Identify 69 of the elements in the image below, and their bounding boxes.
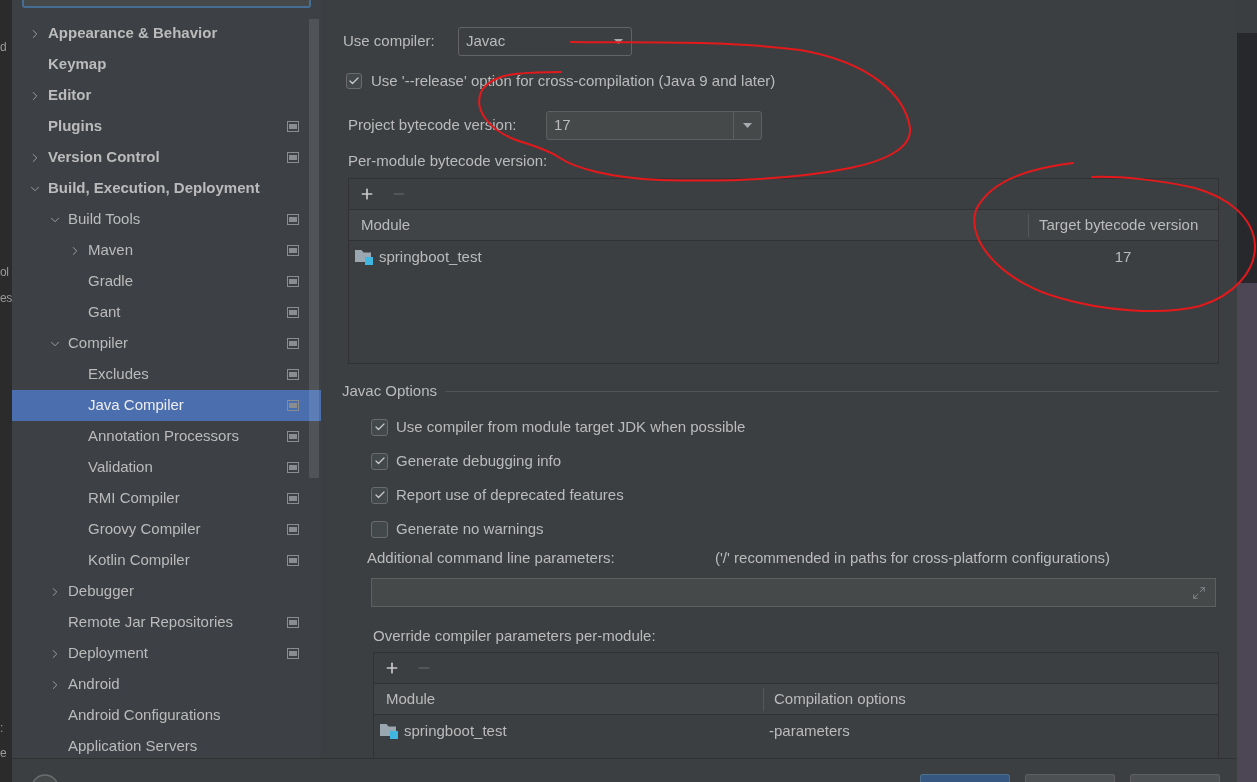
checkmark-icon — [373, 489, 386, 501]
tree-item[interactable]: Build Tools — [12, 204, 321, 235]
tree-item[interactable]: Kotlin Compiler — [12, 545, 321, 576]
checkbox-label: Use compiler from module target JDK when possible — [396, 416, 746, 437]
tree-item[interactable]: Appearance & Behavior — [12, 18, 321, 49]
checkbox[interactable] — [371, 418, 388, 436]
plus-icon[interactable] — [384, 660, 400, 676]
dropdown-arrow-icon — [614, 39, 623, 44]
tree-item[interactable]: Remote Jar Repositories — [12, 607, 321, 638]
tree-item[interactable]: Validation — [12, 452, 321, 483]
section-label: Per-module bytecode version: — [348, 151, 548, 171]
version-combo-box[interactable]: 17 — [546, 111, 762, 140]
table-cell-text: 17 — [1114, 246, 1132, 267]
column-header[interactable]: Module — [349, 210, 1028, 241]
checkbox-label: Generate debugging info — [396, 450, 562, 471]
module-folder-icon — [355, 249, 373, 265]
tree-item[interactable]: Compiler — [12, 328, 321, 359]
tree-item[interactable]: Version Control — [12, 142, 321, 173]
checkbox[interactable] — [346, 73, 362, 89]
tree-item[interactable]: Debugger — [12, 576, 321, 607]
tree-item[interactable]: Application Servers — [12, 731, 321, 758]
tree-item[interactable]: Editor — [12, 80, 321, 111]
scrollbar-thumb[interactable] — [309, 19, 319, 478]
tree-item[interactable]: Android — [12, 669, 321, 700]
column-header[interactable]: Module — [374, 684, 763, 715]
tree-item[interactable]: Annotation Processors — [12, 421, 321, 452]
tree-item[interactable]: Android Configurations — [12, 700, 321, 731]
checkmark-icon — [373, 455, 386, 467]
checkbox-label: Report use of deprecated features — [396, 484, 624, 505]
input-field[interactable] — [371, 578, 1216, 607]
checkmark-icon — [348, 75, 360, 87]
tree-item[interactable]: Java Compiler — [12, 390, 321, 421]
module-folder-icon — [380, 723, 398, 739]
section-label: Override compiler parameters per-module: — [373, 626, 656, 646]
editor-text-fragment: es — [0, 290, 12, 307]
table-cell-text: -parameters — [769, 720, 850, 741]
plus-icon[interactable] — [359, 186, 375, 202]
dropdown-arrow-icon — [743, 123, 752, 128]
compiler-dropdown[interactable]: Javac — [458, 27, 632, 56]
checkbox-label: Generate no warnings — [396, 518, 544, 539]
editor-text-fragment: : — [0, 720, 4, 737]
tree-item[interactable]: Keymap — [12, 49, 321, 80]
tree-item[interactable]: Maven — [12, 235, 321, 266]
editor-text-fragment: e — [0, 745, 8, 762]
editor-text-fragment: ol — [0, 264, 10, 281]
tree-item[interactable]: Excludes — [12, 359, 321, 390]
tree-item[interactable]: Deployment — [12, 638, 321, 669]
tree-item[interactable]: Groovy Compiler — [12, 514, 321, 545]
checkbox[interactable] — [371, 452, 388, 470]
field-label: Additional command line parameters: — [367, 547, 616, 568]
editor-text-fragment: d — [0, 39, 8, 56]
expand-icon[interactable] — [1192, 585, 1206, 600]
checkmark-icon — [373, 421, 386, 433]
help-icon[interactable] — [31, 774, 59, 782]
tree-item[interactable]: Plugins — [12, 111, 321, 142]
checkbox[interactable] — [371, 520, 388, 538]
search-field[interactable] — [22, 0, 311, 8]
module-name: springboot_test — [379, 246, 482, 267]
column-header[interactable]: Target bytecode version — [1028, 214, 1218, 237]
field-label: Use compiler: — [343, 31, 436, 52]
hint-text: ('/' recommended in paths for cross-platform configurations) — [715, 547, 1111, 568]
tree-item[interactable]: Gant — [12, 297, 321, 328]
tree-item[interactable]: Build, Execution, Deployment — [12, 173, 321, 204]
column-header[interactable]: Compilation options — [763, 688, 1218, 711]
section-title: Javac Options — [342, 380, 438, 401]
tree-item[interactable]: RMI Compiler — [12, 483, 321, 514]
module-name: springboot_test — [404, 720, 507, 741]
tree-item[interactable]: Gradle — [12, 266, 321, 297]
checkbox[interactable] — [371, 486, 388, 504]
